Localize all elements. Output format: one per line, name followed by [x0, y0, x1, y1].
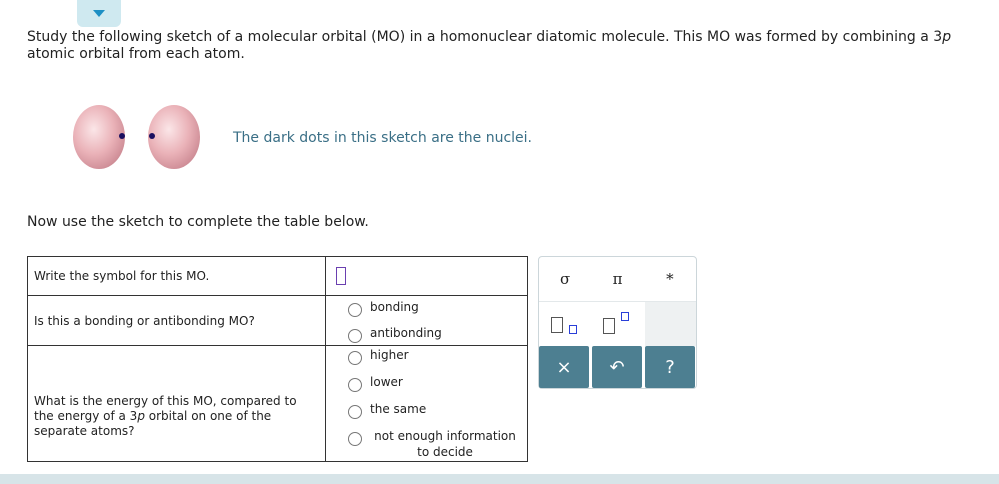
undo-button[interactable]: ↶ — [592, 346, 642, 388]
radio-antibonding[interactable] — [348, 328, 363, 343]
radio-bonding[interactable] — [348, 302, 363, 317]
clear-button[interactable]: × — [539, 346, 589, 388]
radio-lower[interactable] — [348, 378, 363, 392]
undo-icon: ↶ — [609, 356, 625, 378]
palette-action-row: × ↶ ? — [539, 346, 696, 390]
sigma-button[interactable]: σ — [539, 257, 591, 301]
pi-button[interactable]: π — [591, 257, 643, 301]
symbol-palette: σ π * × ↶ ? — [538, 256, 697, 389]
energy-question: What is the energy of this MO, compared … — [26, 345, 327, 462]
symbol-question: Write the symbol for this MO. — [26, 256, 327, 296]
base-box-icon — [551, 317, 563, 333]
radio-not-enough-info[interactable] — [348, 432, 363, 446]
left-nucleus — [119, 133, 125, 139]
palette-empty-cell — [645, 302, 696, 346]
option-bonding[interactable]: bonding — [348, 299, 527, 317]
help-button[interactable]: ? — [645, 346, 695, 388]
base-box-icon — [603, 318, 615, 334]
option-antibonding[interactable]: antibonding — [348, 325, 527, 343]
mo-sketch — [73, 105, 200, 169]
subscript-box-icon — [569, 325, 577, 334]
question-text: Study the following sketch of a molecula… — [27, 29, 952, 62]
help-icon: ? — [665, 356, 675, 378]
answer-table: Write the symbol for this MO. Is this a … — [26, 256, 528, 462]
bonding-options: bonding antibonding — [325, 295, 528, 346]
right-lobe — [148, 105, 200, 169]
left-lobe — [73, 105, 125, 169]
symbol-answer-cell — [325, 256, 528, 296]
chevron-down-icon — [93, 10, 105, 17]
option-higher[interactable]: higher — [348, 347, 527, 365]
option-lower[interactable]: lower — [348, 374, 527, 392]
star-button[interactable]: * — [644, 257, 696, 301]
superscript-box-icon — [621, 312, 629, 321]
table-row: What is the energy of this MO, compared … — [26, 345, 528, 462]
right-nucleus — [149, 133, 155, 139]
subscript-template-button[interactable] — [551, 315, 581, 337]
symbol-answer-input[interactable] — [336, 267, 347, 285]
bottom-divider — [0, 474, 999, 484]
option-the-same[interactable]: the same — [348, 401, 527, 419]
close-icon: × — [556, 356, 572, 378]
table-row: Write the symbol for this MO. — [26, 256, 528, 296]
radio-the-same[interactable] — [348, 405, 363, 419]
sketch-caption: The dark dots in this sketch are the nuc… — [233, 130, 532, 146]
table-row: Is this a bonding or antibonding MO? bon… — [26, 295, 528, 346]
energy-options: higher lower the same not enough informa… — [325, 345, 528, 462]
palette-symbol-row: σ π * — [539, 257, 696, 301]
bonding-question: Is this a bonding or antibonding MO? — [26, 295, 327, 346]
collapse-toggle[interactable] — [77, 0, 121, 27]
superscript-template-button[interactable] — [603, 312, 633, 336]
radio-higher[interactable] — [348, 351, 363, 365]
palette-template-row — [539, 301, 696, 346]
option-not-enough-info[interactable]: not enough information to decide — [348, 428, 527, 460]
table-instruction: Now use the sketch to complete the table… — [27, 214, 369, 230]
